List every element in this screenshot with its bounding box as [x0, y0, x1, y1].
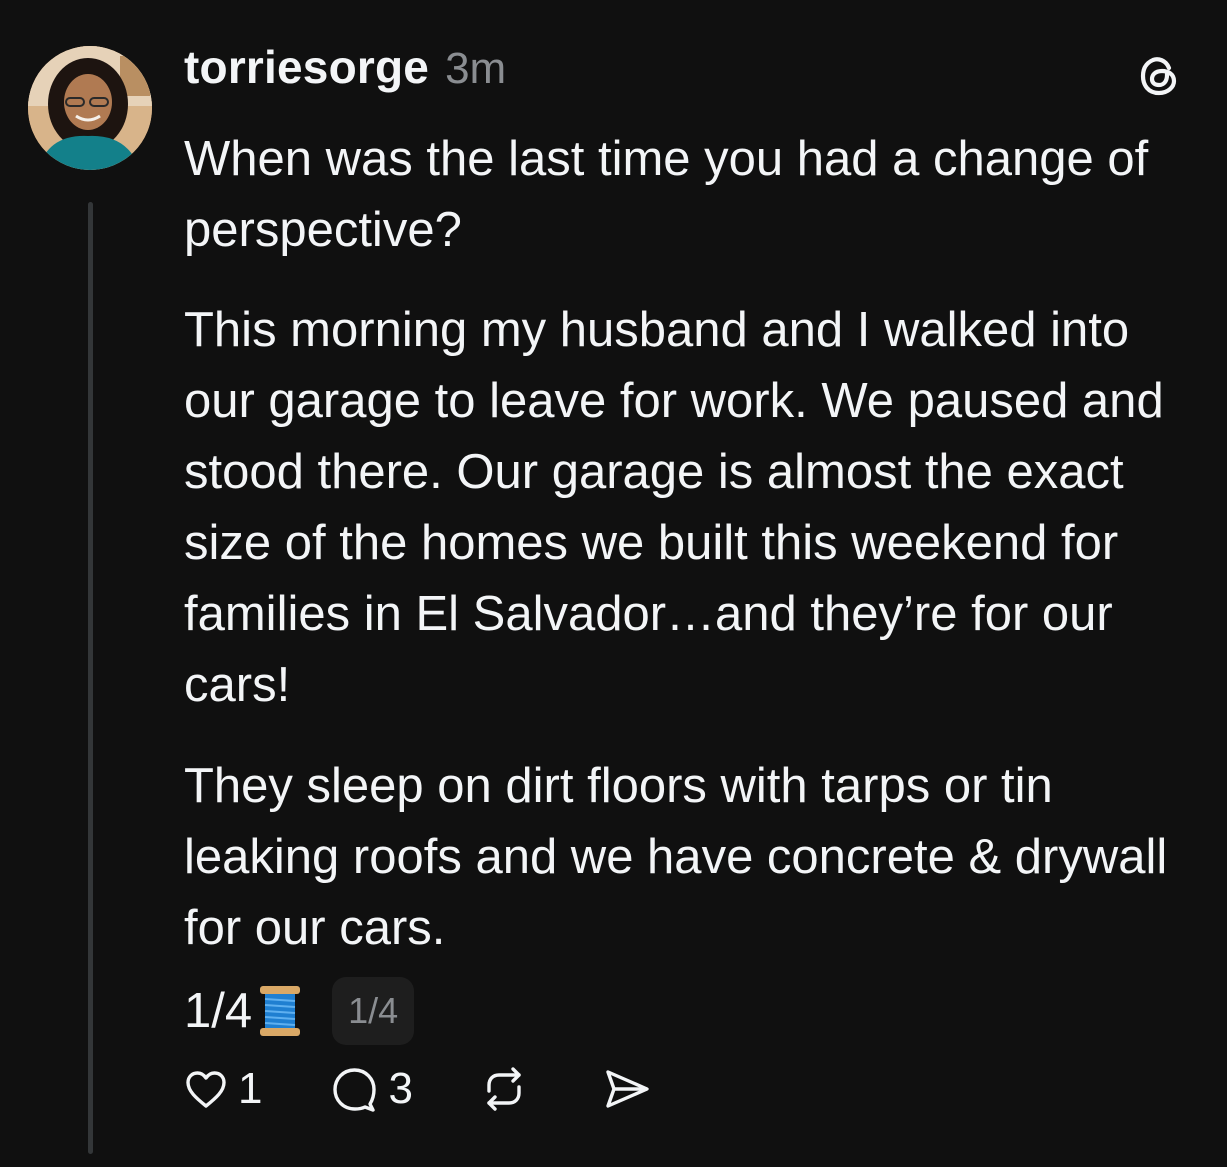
action-bar: 1 3 — [184, 1062, 651, 1116]
reply-button[interactable]: 3 — [330, 1064, 413, 1114]
thread-counter: 1/4 — [184, 984, 253, 1038]
post-header: torriesorge 3m — [184, 40, 1194, 110]
page-indicator[interactable]: 1/4 — [332, 977, 415, 1045]
heart-icon — [186, 1071, 226, 1108]
post: torriesorge 3m When was the last time yo… — [184, 40, 1194, 1046]
like-count: 1 — [238, 1064, 263, 1113]
like-button[interactable]: 1 — [184, 1064, 262, 1114]
share-button[interactable] — [603, 1067, 651, 1111]
repost-button[interactable] — [479, 1065, 529, 1113]
threads-logo-icon[interactable] — [1138, 54, 1180, 98]
thread-line — [88, 202, 93, 1154]
post-paragraph-3: They sleep on dirt floors with tarps or … — [184, 759, 1168, 955]
comment-bubble-icon — [333, 1068, 377, 1112]
send-icon — [606, 1070, 649, 1108]
reply-count: 3 — [388, 1064, 413, 1113]
timestamp: 3m — [445, 44, 507, 93]
repost-icon — [487, 1067, 521, 1111]
post-paragraph-1: When was the last time you had a change … — [184, 132, 1149, 257]
avatar[interactable] — [28, 46, 152, 170]
post-paragraph-2: This morning my husband and I walked int… — [184, 303, 1164, 712]
spool-of-thread-icon — [260, 986, 301, 1036]
thread-counter-row: 1/4 1/4 — [184, 976, 1194, 1046]
username[interactable]: torriesorge — [184, 40, 429, 94]
